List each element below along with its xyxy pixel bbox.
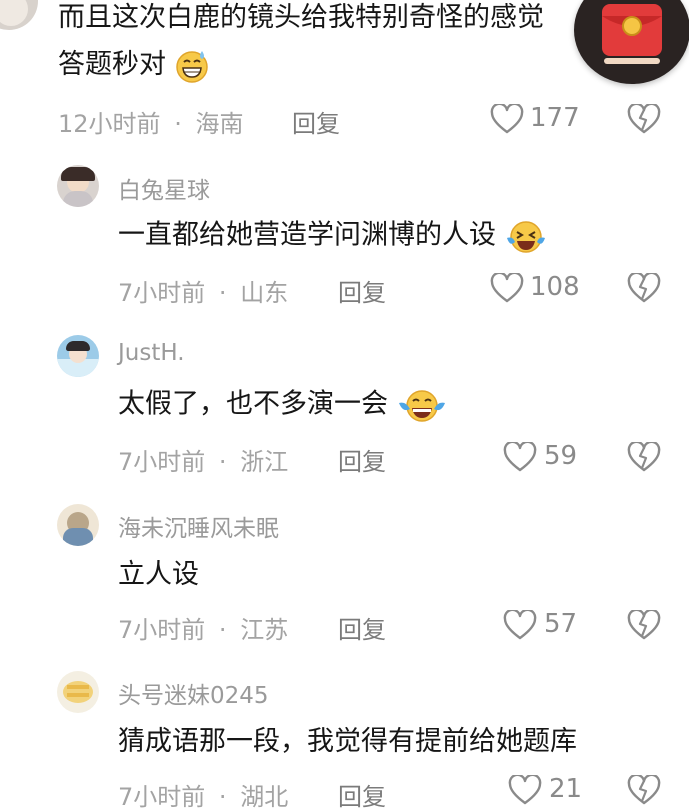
comment-location: 山东 [240,279,289,307]
broken-heart-icon[interactable] [627,273,661,303]
comment-text: 太假了，也不多演一会 [118,387,447,423]
heart-outline-icon[interactable] [490,273,524,303]
comment-text-content: 太假了，也不多演一会 [118,388,388,420]
red-envelope-float[interactable] [574,0,689,84]
grin-sweat-emoji-icon [175,50,208,83]
comment-meta: 7小时前 · 浙江 [118,442,288,477]
username[interactable]: 头号迷妹0245 [118,676,269,710]
like-count: 59 [544,441,578,471]
tears-of-joy-emoji-icon [506,221,545,253]
avatar[interactable] [57,504,99,546]
comment-text: 立人设 [118,559,199,590]
tears-of-joy-emoji-icon [398,390,445,422]
username[interactable]: 白兔星球 [118,171,210,205]
comment-meta: 7小时前 · 湖北 [118,777,288,812]
comment-time: 12小时前 [58,110,161,138]
top-comment-avatar[interactable] [0,0,38,30]
top-comment-meta: 12小时前 · 海南 [58,104,243,139]
like-count: 177 [530,103,580,133]
reply-button[interactable]: 回复 [338,273,386,308]
comment-location: 江苏 [240,616,289,644]
heart-outline-icon[interactable] [503,610,537,640]
heart-outline-icon[interactable] [490,104,524,134]
like-count: 21 [549,774,583,804]
comment-meta: 7小时前 · 山东 [118,273,288,308]
avatar[interactable] [57,335,99,377]
comment-time: 7小时前 [118,783,206,811]
comment-time: 7小时前 [118,448,206,476]
meta-separator: · [218,448,227,476]
like-count: 57 [544,609,578,639]
top-comment-text-line1: 而且这次白鹿的镜头给我特别奇怪的感觉 [58,2,544,33]
reply-button[interactable]: 回复 [292,104,340,139]
avatar[interactable] [57,671,99,713]
top-comment-text-line2: 答题秒对 [58,48,209,83]
comment-text: 一直都给她营造学问渊博的人设 [118,218,547,254]
comment-time: 7小时前 [118,616,206,644]
meta-separator: · [218,616,227,644]
broken-heart-icon[interactable] [627,442,661,472]
broken-heart-icon[interactable] [627,775,661,805]
meta-separator: · [218,783,227,811]
comment-location: 湖北 [240,783,289,811]
red-envelope-icon [602,4,662,64]
comment-text-content: 一直都给她营造学问渊博的人设 [118,219,496,251]
reply-button[interactable]: 回复 [338,777,386,812]
avatar[interactable] [57,165,99,207]
meta-separator: · [174,110,182,138]
comment-location: 海南 [195,110,244,138]
broken-heart-icon[interactable] [627,104,661,134]
comment-location: 浙江 [240,448,289,476]
username[interactable]: JustH. [118,340,185,366]
heart-outline-icon[interactable] [503,442,537,472]
broken-heart-icon[interactable] [627,610,661,640]
comment-meta: 7小时前 · 江苏 [118,610,288,645]
top-comment-text: 答题秒对 [58,49,166,80]
meta-separator: · [218,279,227,307]
username[interactable]: 海未沉睡风未眠 [118,509,279,543]
heart-outline-icon[interactable] [508,775,542,805]
reply-button[interactable]: 回复 [338,442,386,477]
comment-time: 7小时前 [118,279,206,307]
reply-button[interactable]: 回复 [338,610,386,645]
like-count: 108 [530,272,580,302]
comment-text: 猜成语那一段，我觉得有提前给她题库 [118,726,577,757]
